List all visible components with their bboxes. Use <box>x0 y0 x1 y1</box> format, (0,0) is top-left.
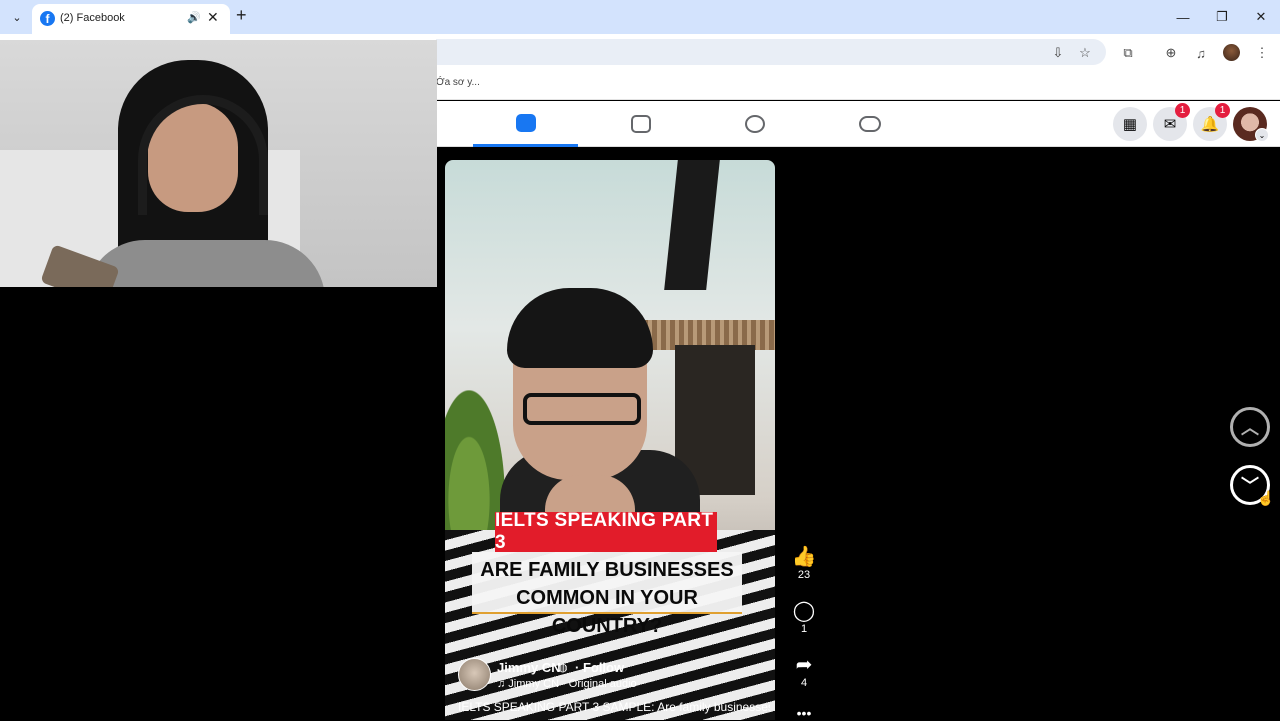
nav-tab-groups[interactable] <box>702 101 807 147</box>
install-app-icon[interactable]: ⇩ <box>1047 43 1069 63</box>
window-minimize-button[interactable]: — <box>1168 6 1198 28</box>
bookmark-star-icon[interactable]: ☆ <box>1074 43 1096 63</box>
nav-tab-video[interactable] <box>473 101 578 147</box>
menu-grid-button[interactable]: ▦ <box>1113 107 1147 141</box>
new-tab-button[interactable]: + <box>236 5 247 26</box>
reel-headline-banner: IELTS SPEAKING PART 3 <box>495 510 717 553</box>
browser-tab-facebook[interactable]: f (2) Facebook 🔊 ✕ <box>32 4 230 34</box>
reel-video[interactable]: IELTS SPEAKING PART 3 ARE FAMILY BUSINES… <box>445 160 775 720</box>
follow-button[interactable]: · Follow <box>575 660 624 675</box>
bell-icon: 🔔 <box>1200 116 1220 133</box>
reel-question-banner: ARE FAMILY BUSINESSES COMMON IN YOUR COU… <box>472 552 742 637</box>
like-count: 23 <box>797 569 811 581</box>
media-control-icon[interactable]: ♫ <box>1190 43 1212 63</box>
tab-audio-playing-icon[interactable]: 🔊 <box>187 11 201 24</box>
gaming-controller-icon <box>858 116 881 132</box>
public-globe-icon: ◍ <box>558 662 568 674</box>
messenger-badge: 1 <box>1175 103 1190 118</box>
messenger-icon: ✉ <box>1163 116 1177 133</box>
marketplace-store-icon <box>630 115 651 133</box>
like-action[interactable]: 👍 23 <box>787 546 821 581</box>
nav-tab-marketplace[interactable] <box>588 101 693 147</box>
reel-caption[interactable]: IELTS SPEAKING PART 3 SAMPLE: Are family… <box>458 700 770 714</box>
original-audio-link[interactable]: ♫ Jimmy CN · Original audio <box>497 678 637 690</box>
tab-title: (2) Facebook <box>60 12 125 24</box>
previous-reel-button[interactable]: ︿ <box>1230 407 1270 447</box>
more-dots-icon: ••• <box>796 705 812 721</box>
window-restore-button[interactable]: ❐ <box>1207 6 1237 28</box>
browser-tab-strip: ⌄ f (2) Facebook 🔊 ✕ + — ❐ ✕ <box>0 0 1280 34</box>
more-options-action[interactable]: ••• <box>787 705 821 721</box>
share-count: 4 <box>800 677 808 689</box>
notifications-badge: 1 <box>1215 103 1230 118</box>
headphones <box>138 95 268 215</box>
chevron-up-icon: ︿ <box>1241 418 1259 438</box>
browser-profile-avatar[interactable] <box>1223 44 1240 61</box>
share-arrow-icon: ➦ <box>795 654 813 676</box>
account-chevron-down-icon[interactable]: ⌄ <box>1255 128 1269 142</box>
facebook-favicon-icon: f <box>40 11 55 26</box>
browser-menu-kebab-icon[interactable]: ⋮ <box>1251 43 1273 63</box>
address-bar[interactable] <box>436 39 1106 65</box>
thumbs-up-icon: 👍 <box>791 546 817 568</box>
webcam-overlay <box>0 40 437 287</box>
author-avatar[interactable] <box>458 658 491 691</box>
tab-search-chevron-down-icon[interactable]: ⌄ <box>6 7 28 27</box>
comment-bubble-icon: ◯ <box>792 600 816 622</box>
groups-icon <box>744 115 765 133</box>
tab-close-icon[interactable]: ✕ <box>207 9 219 26</box>
video-play-icon <box>515 113 536 132</box>
comment-action[interactable]: ◯ 1 <box>787 600 821 635</box>
grid-icon: ▦ <box>1122 116 1138 133</box>
window-close-button[interactable]: ✕ <box>1246 6 1276 28</box>
extensions-puzzle-icon[interactable]: ⧉ <box>1117 43 1139 63</box>
downloads-icon[interactable]: ⊕ <box>1160 43 1182 63</box>
share-action[interactable]: ➦ 4 <box>787 654 821 689</box>
mouse-pointer-icon: ☝ <box>1257 490 1275 506</box>
bookmark-item[interactable]: Ớa sơ y... <box>436 77 480 88</box>
comment-count: 1 <box>800 623 808 635</box>
author-name[interactable]: Jimmy CN <box>497 660 561 675</box>
nav-tab-gaming[interactable] <box>817 101 922 147</box>
